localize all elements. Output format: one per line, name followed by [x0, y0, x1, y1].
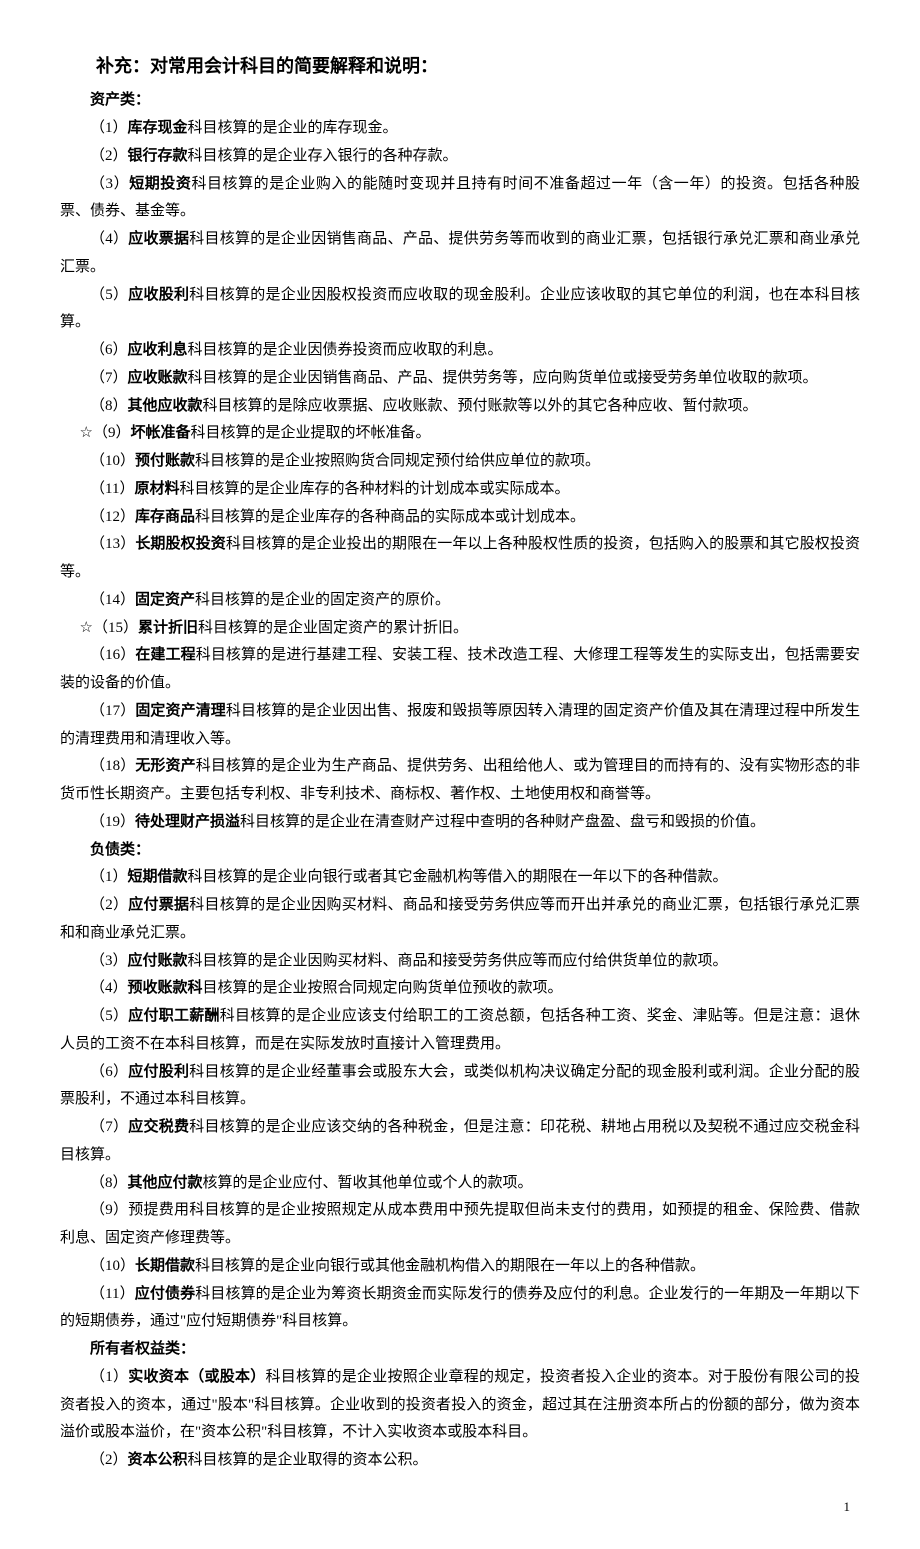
list-item: ☆（15）累计折旧科目核算的是企业固定资产的累计折旧。 — [60, 615, 860, 643]
list-item: （1）短期借款科目核算的是企业向银行或者其它金融机构等借入的期限在一年以下的各种… — [60, 864, 860, 892]
list-item: （1）库存现金科目核算的是企业的库存现金。 — [60, 115, 860, 143]
list-item: （6）应收利息科目核算的是企业因债券投资而应收取的利息。 — [60, 337, 860, 365]
term: 原材料 — [134, 481, 179, 497]
term: 库存现金 — [128, 120, 188, 136]
term: 固定资产清理 — [135, 703, 226, 719]
term: 预付账款 — [135, 453, 195, 469]
document-title: 补充：对常用会计科目的简要解释和说明： — [60, 50, 860, 83]
list-item: （18）无形资产科目核算的是企业为生产商品、提供劳务、出租给他人、或为管理目的而… — [60, 753, 860, 809]
list-item: （1）实收资本（或股本）科目核算的是企业按照企业章程的规定，投资者投入企业的资本… — [60, 1364, 860, 1447]
term: 无形资产 — [135, 758, 195, 774]
term: 待处理财产损溢 — [135, 814, 240, 830]
term: 应付职工薪酬 — [128, 1008, 220, 1024]
list-item: （11）应付债券科目核算的是企业为筹资长期资金而实际发行的债券及应付的利息。企业… — [60, 1281, 860, 1337]
list-item: （16）在建工程科目核算的是进行基建工程、安装工程、技术改造工程、大修理工程等发… — [60, 642, 860, 698]
term: 应付账款 — [128, 953, 188, 969]
term: 其他应付款 — [128, 1175, 203, 1191]
term: 短期借款 — [128, 869, 188, 885]
term: 长期股权投资 — [135, 536, 226, 552]
list-item: （8）其他应收款科目核算的是除应收票据、应收账款、预付账款等以外的其它各种应收、… — [60, 393, 860, 421]
list-item: （2）应付票据科目核算的是企业因购买材料、商品和接受劳务供应等而开出并承兑的商业… — [60, 892, 860, 948]
category-heading: 负债类： — [60, 837, 860, 865]
list-item: （7）应交税费科目核算的是企业应该交纳的各种税金，但是注意：印花税、耕地占用税以… — [60, 1114, 860, 1170]
list-item: （10）长期借款科目核算的是企业向银行或其他金融机构借入的期限在一年以上的各种借… — [60, 1253, 860, 1281]
term: 短期投资 — [129, 176, 191, 192]
term: 长期借款 — [135, 1258, 195, 1274]
list-item: （8）其他应付款核算的是企业应付、暂收其他单位或个人的款项。 — [60, 1170, 860, 1198]
list-item: （5）应收股利科目核算的是企业因股权投资而应收取的现金股利。企业应该收取的其它单… — [60, 282, 860, 338]
page-number: 1 — [60, 1495, 860, 1519]
term: 库存商品 — [135, 509, 195, 525]
category-heading: 所有者权益类： — [60, 1336, 860, 1364]
term: 应交税费 — [128, 1119, 189, 1135]
list-item: （17）固定资产清理科目核算的是企业因出售、报废和毁损等原因转入清理的固定资产价… — [60, 698, 860, 754]
list-item: （3）应付账款科目核算的是企业因购买材料、商品和接受劳务供应等而应付给供货单位的… — [60, 948, 860, 976]
term: 累计折旧 — [138, 620, 198, 636]
term: 应付债券 — [135, 1286, 195, 1302]
term: 其他应收款 — [128, 398, 203, 414]
term: 资本公积 — [128, 1452, 188, 1468]
list-item: （13）长期股权投资科目核算的是企业投出的期限在一年以上各种股权性质的投资，包括… — [60, 531, 860, 587]
list-item: （12）库存商品科目核算的是企业库存的各种商品的实际成本或计划成本。 — [60, 504, 860, 532]
term: 银行存款 — [128, 148, 188, 164]
list-item: （2）资本公积科目核算的是企业取得的资本公积。 — [60, 1447, 860, 1475]
term: 应付股利 — [128, 1064, 189, 1080]
list-item: （6）应付股利科目核算的是企业经董事会或股东大会，或类似机构决议确定分配的现金股… — [60, 1059, 860, 1115]
list-item: （14）固定资产科目核算的是企业的固定资产的原价。 — [60, 587, 860, 615]
term: 应收账款 — [128, 370, 188, 386]
list-item: （5）应付职工薪酬科目核算的是企业应该支付给职工的工资总额，包括各种工资、奖金、… — [60, 1003, 860, 1059]
list-item: （9）预提费用科目核算的是企业按照规定从成本费用中预先提取但尚未支付的费用，如预… — [60, 1197, 860, 1253]
list-item: （2）银行存款科目核算的是企业存入银行的各种存款。 — [60, 143, 860, 171]
list-item: （4）预收账款科目核算的是企业按照合同规定向购货单位预收的款项。 — [60, 975, 860, 1003]
document-body: 资产类：（1）库存现金科目核算的是企业的库存现金。（2）银行存款科目核算的是企业… — [60, 87, 860, 1475]
list-item: ☆（9）坏帐准备科目核算的是企业提取的坏帐准备。 — [60, 420, 860, 448]
term: 应收股利 — [128, 287, 189, 303]
list-item: （10）预付账款科目核算的是企业按照购货合同规定预付给供应单位的款项。 — [60, 448, 860, 476]
term: 在建工程 — [135, 647, 195, 663]
term: 应收票据 — [128, 231, 189, 247]
term: 坏帐准备 — [130, 425, 190, 441]
list-item: （4）应收票据科目核算的是企业因销售商品、产品、提供劳务等而收到的商业汇票，包括… — [60, 226, 860, 282]
list-item: （11）原材料科目核算的是企业库存的各种材料的计划成本或实际成本。 — [60, 476, 860, 504]
list-item: （3）短期投资科目核算的是企业购入的能随时变现并且持有时间不准备超过一年（含一年… — [60, 171, 860, 227]
term: 应收利息 — [128, 342, 188, 358]
list-item: （19）待处理财产损溢科目核算的是企业在清查财产过程中查明的各种财产盘盈、盘亏和… — [60, 809, 860, 837]
term: 应付票据 — [128, 897, 189, 913]
term: 实收资本（或股本） — [128, 1369, 265, 1385]
term: 预收账款科 — [128, 980, 203, 996]
category-heading: 资产类： — [60, 87, 860, 115]
term: 固定资产 — [135, 592, 195, 608]
list-item: （7）应收账款科目核算的是企业因销售商品、产品、提供劳务等，应向购货单位或接受劳… — [60, 365, 860, 393]
